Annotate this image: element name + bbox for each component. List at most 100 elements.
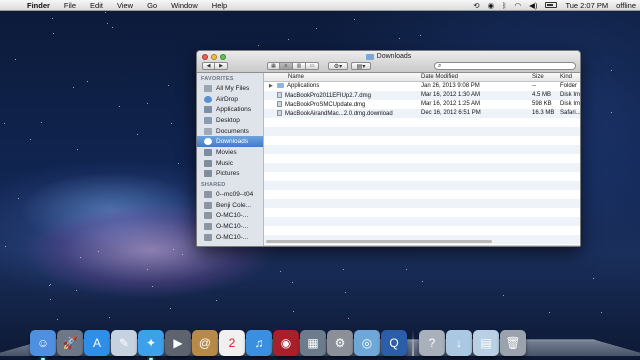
user-menu[interactable]: offline	[612, 1, 640, 10]
menu-file[interactable]: File	[57, 1, 83, 10]
app-store-icon[interactable]: A	[84, 330, 110, 356]
sidebar-item-shared[interactable]: O-MC10-...	[197, 232, 263, 243]
star	[107, 23, 108, 24]
icon-view-button[interactable]: ▦	[267, 62, 280, 70]
sidebar-item-desktop[interactable]: Desktop	[197, 115, 263, 126]
volume-icon[interactable]: ◀)	[525, 1, 541, 10]
file-name-cell: MacBookAirandMac...2.0.dmg.download	[277, 110, 393, 117]
forward-button[interactable]: ▶	[215, 62, 228, 70]
sidebar-item-label: Desktop	[216, 116, 240, 124]
sidebar-item-documents[interactable]: Documents	[197, 126, 263, 137]
column-header-date[interactable]: Date Modified	[421, 74, 458, 80]
photo-booth-icon[interactable]: ◉	[273, 330, 299, 356]
menu-edit[interactable]: Edit	[83, 1, 110, 10]
empty-row	[264, 226, 580, 235]
calendar-icon[interactable]: 2	[219, 330, 245, 356]
preview-icon[interactable]: ✎	[111, 330, 137, 356]
coverflow-view-button[interactable]: ▭	[306, 62, 319, 70]
empty-row	[264, 145, 580, 154]
empty-row	[264, 181, 580, 190]
star	[170, 308, 171, 309]
menu-finder[interactable]: Finder	[20, 1, 57, 10]
wifi-icon[interactable]: ◠	[511, 1, 526, 10]
finder-icon[interactable]: ☺	[30, 330, 56, 360]
itunes-icon[interactable]: ♫	[246, 330, 272, 356]
list-view-button[interactable]: ≡	[280, 62, 293, 70]
sidebar-item-pictures[interactable]: Pictures	[197, 169, 263, 180]
arrange-menu-button[interactable]: ▤▾	[351, 62, 371, 70]
sidebar-item-shared[interactable]: O-MC10-...	[197, 221, 263, 232]
trash-icon[interactable]: 🗑	[500, 330, 526, 356]
sidebar-item-movies[interactable]: Movies	[197, 147, 263, 158]
disclosure-triangle-icon[interactable]: ▶	[269, 83, 273, 89]
file-kind: Disk Im	[560, 101, 580, 107]
star	[87, 81, 88, 82]
file-kind: Disk Im	[560, 92, 580, 98]
bluetooth-icon[interactable]: ᛒ	[498, 1, 511, 10]
pictures-icon	[204, 170, 212, 178]
facetime-icon[interactable]: ▶	[165, 330, 191, 356]
file-size: --	[532, 83, 536, 89]
launchpad-icon[interactable]: 🚀	[57, 330, 83, 356]
menu-go[interactable]: Go	[140, 1, 164, 10]
sidebar-header-shared: SHARED	[201, 182, 226, 189]
file-name: MacBookPro2011EFIUp2.7.dmg	[285, 93, 371, 99]
quicktime-icon[interactable]: Q	[381, 330, 407, 356]
applications-icon	[204, 106, 212, 114]
column-view-button[interactable]: ▥	[293, 62, 306, 70]
search-field[interactable]: ⌕	[434, 62, 576, 70]
star	[611, 70, 612, 71]
clock[interactable]: Tue 2:07 PM	[561, 1, 612, 10]
column-header-kind[interactable]: Kind	[560, 74, 572, 80]
sidebar-item-downloads[interactable]: Downloads	[197, 136, 263, 148]
disk-image-icon	[277, 110, 282, 116]
sidebar-item-all-my-files[interactable]: All My Files	[197, 83, 263, 94]
horizontal-scrollbar[interactable]	[266, 240, 492, 243]
title-bar[interactable]: Downloads ◀ ▶ ▦ ≡ ▥ ▭ ⚙▾ ▤▾ ⌕	[197, 51, 580, 73]
sidebar-item-shared[interactable]: Benji Cole...	[197, 200, 263, 211]
star	[503, 295, 504, 296]
star	[258, 45, 259, 46]
iphoto-icon[interactable]: ▦	[300, 330, 326, 356]
file-row[interactable]: MacBookPro2011EFIUp2.7.dmg Mar 16, 2012 1…	[264, 91, 580, 100]
sidebar-item-shared[interactable]: O-MC10-...	[197, 211, 263, 222]
star	[549, 312, 550, 313]
sidebar-item-airdrop[interactable]: AirDrop	[197, 94, 263, 105]
file-row[interactable]: ▶ Applications Jan 26, 2013 9:08 PM -- Folde…	[264, 82, 580, 91]
empty-row	[264, 163, 580, 172]
star	[137, 134, 138, 135]
star	[53, 33, 54, 34]
safari-icon[interactable]: ✦	[138, 330, 164, 360]
downloads-stack-icon[interactable]: ↓	[446, 330, 472, 356]
sidebar-item-shared[interactable]: 0--mc09--t04	[197, 189, 263, 200]
music-icon	[204, 159, 212, 167]
back-button[interactable]: ◀	[202, 62, 215, 70]
sidebar-item-label: All My Files	[216, 84, 250, 92]
star	[406, 269, 407, 270]
menu-view[interactable]: View	[110, 1, 140, 10]
column-header-size[interactable]: Size	[532, 74, 544, 80]
menu-window[interactable]: Window	[164, 1, 205, 10]
sidebar-item-label: Benji Cole...	[216, 201, 252, 209]
documents-stack-icon[interactable]: ▤	[473, 330, 499, 356]
file-size: 598 KB	[532, 101, 552, 107]
sync-icon[interactable]: ◉	[484, 1, 499, 10]
dvd-player-icon[interactable]: ◎	[354, 330, 380, 356]
help-icon[interactable]: ?	[419, 330, 445, 356]
file-date: Mar 16, 2012 1:30 AM	[421, 92, 481, 98]
action-menu-button[interactable]: ⚙▾	[328, 62, 348, 70]
star	[178, 163, 179, 164]
battery-icon[interactable]	[541, 2, 561, 8]
sidebar: FAVORITES All My Files AirDrop Application…	[197, 73, 264, 246]
file-row[interactable]: MacBookAirandMac...2.0.dmg.download Dec 1…	[264, 109, 580, 118]
system-preferences-icon[interactable]: ⚙	[327, 330, 353, 356]
contacts-icon[interactable]: @	[192, 330, 218, 356]
sidebar-item-music[interactable]: Music	[197, 158, 263, 169]
menu-help[interactable]: Help	[205, 1, 234, 10]
dock-separator	[412, 330, 414, 356]
sidebar-item-applications[interactable]: Applications	[197, 104, 263, 115]
time-machine-icon[interactable]: ⟲	[469, 1, 483, 10]
empty-row	[264, 199, 580, 208]
column-header-name[interactable]: Name	[288, 74, 304, 80]
file-row[interactable]: MacBookProSMCUpdate.dmg Mar 16, 2012 1:25…	[264, 100, 580, 109]
